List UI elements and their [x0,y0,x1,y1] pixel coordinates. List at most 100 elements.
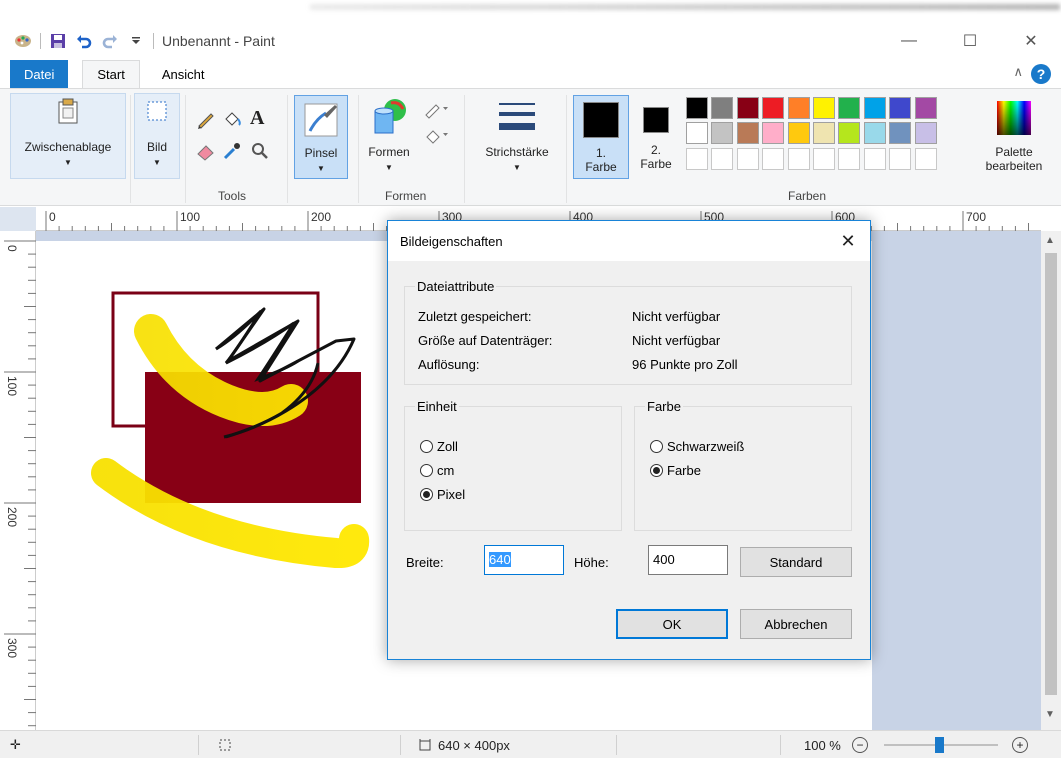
paint-app-icon[interactable] [14,32,32,50]
scroll-up-icon[interactable]: ▲ [1045,235,1055,246]
vertical-scrollbar[interactable]: ▲ ▼ [1041,231,1061,730]
scroll-down-icon[interactable]: ▼ [1045,709,1055,720]
clipboard-button[interactable]: Zwischenablage ▼ [10,93,126,179]
dialog-title: Bildeigenschaften [400,233,503,249]
unit-inch-label: Zoll [437,439,458,454]
width-value: 640 [489,552,511,567]
ruler-label: 100 [180,210,200,224]
zoom-slider-thumb[interactable] [935,737,944,753]
palette-swatch[interactable] [838,97,861,119]
brush-button[interactable]: Pinsel ▼ [294,95,348,179]
disk-size-value: Nicht verfügbar [632,333,721,348]
tab-ansicht[interactable]: Ansicht [148,60,219,88]
color-bw-radio[interactable]: Schwarzweiß [650,439,744,454]
cursor-position-icon: ✛ [10,737,21,752]
palette-swatch[interactable] [863,122,886,145]
palette-swatch[interactable] [711,97,734,119]
palette-swatch[interactable] [762,122,785,145]
custom-color-slot[interactable] [686,147,708,170]
ok-button[interactable]: OK [616,609,728,639]
height-label: Höhe: [574,555,609,570]
magnifier-icon[interactable] [250,141,270,161]
scrollbar-thumb[interactable] [1045,253,1057,695]
palette-swatch[interactable] [787,122,810,145]
resolution-value: 96 Punkte pro Zoll [632,357,738,372]
palette-swatch[interactable] [762,97,785,119]
shapes-button[interactable]: Formen ▼ [364,97,414,179]
text-tool-icon[interactable]: A [250,107,264,130]
palette-swatch[interactable] [686,97,708,119]
palette-swatch[interactable] [813,97,835,119]
palette-swatch[interactable] [889,122,912,145]
custom-color-slot[interactable] [889,147,912,170]
fill-icon[interactable] [424,127,450,145]
help-icon[interactable]: ? [1031,64,1051,84]
palette-swatch[interactable] [863,97,886,119]
color2-number: 2. [650,143,661,157]
unit-pixel-radio[interactable]: Pixel [420,487,465,502]
palette-swatch[interactable] [813,122,835,145]
group-separator [185,95,186,203]
pencil-icon[interactable] [196,109,216,129]
customize-toolbar-icon[interactable] [127,32,145,50]
maximize-button[interactable]: ☐ [947,22,993,60]
unit-cm-label: cm [437,463,455,478]
custom-color-slot[interactable] [736,147,759,170]
unit-inch-radio[interactable]: Zoll [420,439,458,454]
outline-icon[interactable] [424,101,450,119]
close-window-button[interactable]: ✕ [1008,22,1054,60]
image-button[interactable]: Bild ▼ [134,93,180,179]
redo-icon[interactable] [101,32,119,50]
palette-swatch[interactable] [736,122,759,145]
color-picker-icon[interactable] [222,141,242,161]
palette-swatch[interactable] [787,97,810,119]
custom-color-slot[interactable] [711,147,734,170]
undo-icon[interactable] [75,32,93,50]
zoom-out-button[interactable]: − [852,731,868,758]
palette-swatch[interactable] [914,122,937,145]
color2-button[interactable]: 2. Farbe [636,101,676,179]
disk-size-label: Größe auf Datenträger: [418,333,553,348]
cancel-button[interactable]: Abbrechen [740,609,852,639]
standard-button[interactable]: Standard [740,547,852,577]
unit-cm-radio[interactable]: cm [420,463,454,478]
save-icon[interactable] [49,32,67,50]
image-size-icon [419,739,431,751]
color1-button[interactable]: 1. Farbe [573,95,629,179]
stroke-width-button[interactable]: Strichstärke ▼ [474,97,560,179]
custom-color-slot[interactable] [762,147,785,170]
ruler-label: 700 [966,210,986,224]
tab-start[interactable]: Start [82,60,140,88]
color-color-radio[interactable]: Farbe [650,463,701,478]
palette-swatch[interactable] [889,97,912,119]
ribbon-tabs: Datei Start Ansicht ∧ ? [0,60,1061,88]
color-mode-legend: Farbe [647,399,681,414]
palette-icon [997,101,1031,135]
group-separator [287,95,288,203]
palette-swatch[interactable] [914,97,937,119]
height-input[interactable]: 400 [648,545,728,575]
custom-color-slot[interactable] [838,147,861,170]
palette-swatch[interactable] [686,122,708,145]
image-size-text: 640 × 400px [438,737,510,753]
custom-color-slot[interactable] [787,147,810,170]
custom-color-slot[interactable] [914,147,937,170]
custom-color-slot[interactable] [813,147,835,170]
dialog-close-button[interactable]: ✕ [826,221,870,261]
colors-group-label: Farben [788,189,827,203]
fill-bucket-icon[interactable] [222,109,242,129]
quick-access-toolbar [14,32,154,50]
palette-swatch[interactable] [736,97,759,119]
edit-colors-button[interactable]: Palette bearbeiten [974,97,1054,179]
brush-label: Pinsel [304,146,338,160]
eraser-icon[interactable] [196,141,216,161]
zoom-in-button[interactable]: + [1012,731,1028,758]
width-input[interactable]: 640 [484,545,564,575]
custom-color-slot[interactable] [863,147,886,170]
ruler-corner [0,207,36,231]
palette-swatch[interactable] [711,122,734,145]
collapse-ribbon-icon[interactable]: ∧ [1013,64,1023,80]
tab-datei[interactable]: Datei [10,60,69,88]
palette-swatch[interactable] [838,122,861,145]
minimize-button[interactable]: — [886,22,932,60]
